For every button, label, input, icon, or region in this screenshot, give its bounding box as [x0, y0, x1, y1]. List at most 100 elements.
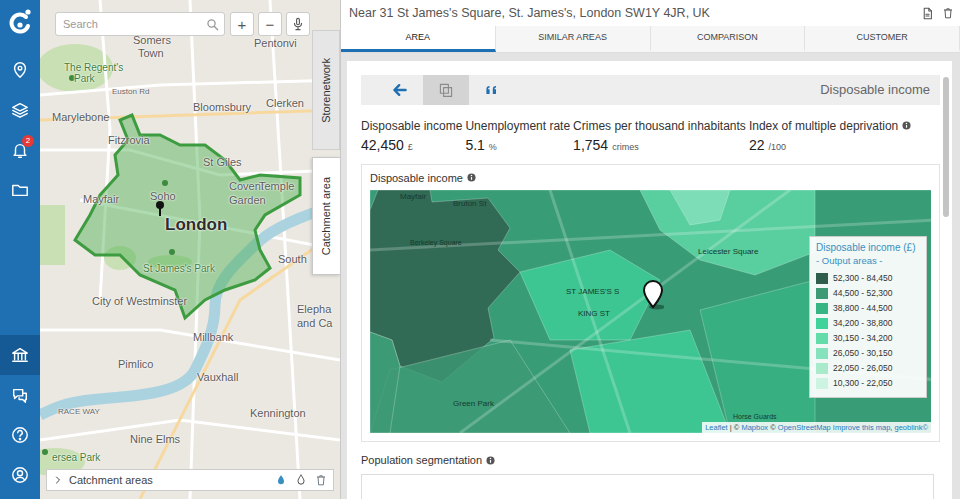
sidebar-item[interactable] — [0, 170, 40, 210]
notification-badge: 2 — [22, 135, 34, 147]
trash-icon[interactable] — [942, 7, 954, 19]
zoom-out-button[interactable]: − — [258, 12, 282, 36]
voice-button[interactable] — [286, 12, 310, 36]
legend-swatch — [816, 303, 828, 314]
map-label-text: Pimlico — [118, 358, 153, 370]
choropleth-title: Disposable income — [370, 170, 463, 187]
attribution-text: © — [768, 423, 778, 432]
stat-unit: /100 — [768, 141, 786, 155]
catchment-actions — [275, 474, 327, 486]
map-label-text: Marylebone — [52, 111, 109, 123]
legend-range: 10,300 - 22,050 — [833, 377, 893, 390]
toolbar-button[interactable] — [423, 75, 469, 105]
stat: Unemployment rate5.1% — [465, 117, 570, 156]
sidebar-item[interactable] — [0, 90, 40, 130]
toolbar: Disposable income — [361, 75, 940, 105]
info-icon[interactable] — [902, 121, 911, 130]
sidebar-item[interactable]: 2 — [0, 130, 40, 170]
sidebar-item[interactable] — [0, 375, 40, 415]
quote-icon — [484, 82, 500, 98]
logo-icon[interactable] — [0, 0, 40, 46]
filled-drop-icon[interactable] — [275, 474, 287, 486]
legend-range: 38,800 - 44,500 — [833, 302, 893, 315]
map-label-text: ersea Park — [52, 452, 100, 463]
panel-tab[interactable]: CUSTOMER — [805, 26, 960, 52]
attribution-link[interactable]: geoblink© — [895, 423, 928, 432]
sidebar-item[interactable] — [0, 50, 40, 90]
catchment-areas-bar[interactable]: Catchment areas — [46, 469, 334, 491]
panel-tab[interactable]: COMPARISON — [651, 26, 806, 52]
side-tab[interactable]: Storenetwork — [312, 30, 340, 150]
attribution-link[interactable]: Leaflet — [705, 423, 728, 432]
map-attribution: Leaflet | © Mapbox © OpenStreetMap Impro… — [702, 422, 931, 433]
map-label: Bruton St — [453, 198, 486, 210]
map-label: Leicester Square — [698, 246, 758, 258]
scrollbar[interactable] — [943, 77, 949, 499]
map-label: Pentonvi — [254, 37, 297, 49]
magnifier-icon[interactable] — [206, 18, 219, 31]
area-panel: Near 31 St James's Square, St. James's, … — [340, 0, 960, 499]
question-icon — [11, 426, 29, 444]
map-label: and Ca — [297, 317, 332, 329]
panel-tab[interactable]: AREA — [341, 26, 496, 52]
map-label-text: St Giles — [203, 156, 242, 168]
map-label-text: Covent — [229, 180, 264, 192]
map-label-text: Garden — [229, 194, 266, 206]
toolbar-button[interactable] — [469, 75, 515, 105]
info-icon[interactable] — [467, 173, 476, 182]
panel-tab[interactable]: SIMILAR AREAS — [496, 26, 651, 52]
map-label: Town — [138, 47, 164, 59]
side-tabs: Storenetwork Catchment area — [312, 30, 340, 275]
sidebar-item[interactable] — [0, 335, 40, 375]
sidebar-item[interactable] — [0, 455, 40, 495]
map-label: St James's Park — [143, 263, 215, 274]
attribution-link[interactable]: OpenStreetMap Improve this map — [778, 423, 891, 432]
drop-icon[interactable] — [295, 474, 307, 486]
location-pin-icon[interactable] — [642, 278, 664, 310]
map-label: ersea Park — [52, 452, 100, 463]
info-icon[interactable] — [486, 456, 495, 465]
choropleth-map[interactable]: MayfairBruton StBerkeley SquareLeicester… — [370, 190, 931, 433]
legend-swatch — [816, 273, 828, 284]
side-tab[interactable]: Catchment area — [312, 157, 340, 275]
map-label: Berkeley Square — [410, 238, 462, 249]
legend: Disposable income (£)- Output areas -52,… — [809, 236, 927, 398]
map-label-text: Kennington — [250, 407, 306, 419]
trash-icon[interactable] — [315, 474, 327, 486]
legend-swatch — [816, 363, 828, 374]
zoom-in-button[interactable]: + — [230, 12, 254, 36]
toolbar-button[interactable] — [377, 75, 423, 105]
map[interactable]: SomersTownPentonviThe Regent'sParkEuston… — [40, 0, 340, 499]
map-label-text: Temple — [259, 180, 294, 192]
stat-value-row: 1,754crimes — [573, 135, 746, 156]
sidebar: 2 — [0, 0, 40, 499]
map-label: The Regent's — [64, 62, 123, 73]
search-input[interactable] — [63, 16, 206, 33]
attribution-link[interactable]: Mapbox — [741, 423, 768, 432]
pin-icon — [11, 61, 29, 79]
sidebar-item[interactable] — [0, 415, 40, 455]
map-label: RACE WAY — [58, 408, 100, 417]
copy-icon — [438, 82, 454, 98]
chevron-right-icon[interactable] — [53, 475, 63, 485]
panel-body: Disposable income Disposable income 42,450… — [341, 53, 960, 499]
map-label: St Giles — [203, 156, 242, 168]
legend-swatch — [816, 333, 828, 344]
legend-swatch — [816, 378, 828, 389]
scrollbar-thumb[interactable] — [943, 77, 949, 217]
map-label-text: Fitzrovia — [108, 134, 150, 146]
stat-value-row: 42,450£ — [361, 135, 462, 156]
sidebar-group: 2 — [0, 50, 40, 210]
microphone-icon — [291, 17, 305, 31]
map-label-text: Park — [74, 73, 95, 84]
map-label-text: Nine Elms — [130, 433, 180, 445]
stat-label: Unemployment rate — [465, 117, 570, 135]
stat-value-row: 22/100 — [749, 135, 911, 156]
panel-header: Near 31 St James's Square, St. James's, … — [341, 0, 960, 26]
map-label: Kennington — [250, 407, 306, 419]
pdf-icon[interactable] — [921, 7, 934, 20]
map-label-text: Millbank — [193, 331, 233, 343]
map-label-text: Bloomsbury — [193, 101, 251, 113]
map-label-text: London — [165, 215, 227, 234]
search-box[interactable] — [55, 12, 225, 36]
